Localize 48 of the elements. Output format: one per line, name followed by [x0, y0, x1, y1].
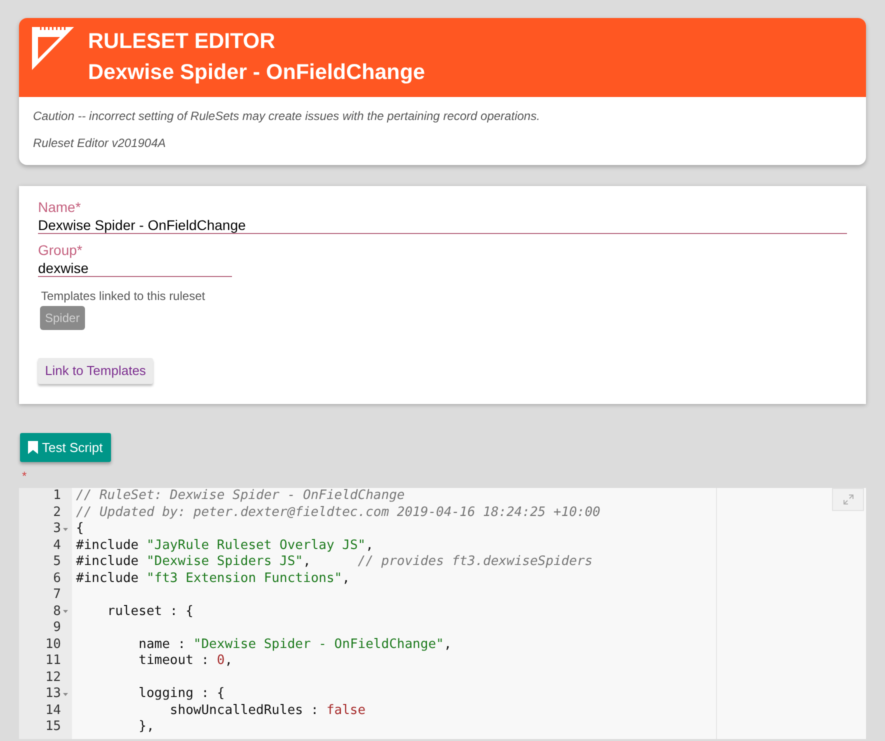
code-text: #include "Dexwise Spiders JS", // provides ft3.dexwiseSpiders [76, 554, 593, 569]
required-mark: * [22, 470, 27, 482]
code-editor[interactable] [19, 488, 866, 739]
app-title: RULESET EDITOR [88, 29, 276, 53]
line-number: 13 [45, 686, 61, 702]
bookmark-icon [28, 441, 38, 454]
ruleset-title: Dexwise Spider - OnFieldChange [88, 60, 425, 84]
line-number: 14 [45, 702, 61, 719]
version-text: Ruleset Editor v201904A [33, 135, 167, 151]
expand-arrows-icon [842, 494, 854, 505]
line-number: 3 [53, 521, 61, 538]
name-label: Name* [38, 199, 81, 216]
code-text: // Updated by: peter.dexter@fieldtec.com 2019-04-16 18:24:25 +10:00 [76, 504, 600, 520]
fold-caret-icon[interactable] [63, 692, 68, 696]
template-chip: Spider [40, 306, 85, 330]
fold-caret-icon[interactable] [63, 528, 68, 531]
templates-label: Templates linked to this ruleset [41, 288, 206, 304]
line-number: 4 [53, 538, 61, 554]
code-text: showUncalledRules : false [168, 702, 366, 718]
name-field[interactable]: Dexwise Spider - OnFieldChange [38, 216, 847, 234]
line-number: 5 [53, 554, 61, 570]
line-number: 12 [45, 670, 61, 686]
group-label: Group* [38, 242, 82, 259]
link-templates-button[interactable]: Link to Templates [38, 358, 153, 384]
line-number: 15 [45, 719, 61, 736]
caution-text: Caution -- incorrect setting of RuleSets may create issues with the pertaining record operations. [33, 108, 541, 124]
line-number: 6 [53, 570, 61, 587]
expand-button[interactable] [832, 488, 864, 511]
line-number: 11 [45, 653, 61, 670]
code-text: // RuleSet: Dexwise Spider - OnFieldChange [76, 488, 405, 503]
line-number: 10 [45, 636, 61, 653]
code-text: ruleset : { [106, 604, 194, 618]
code-text: }, [138, 719, 154, 734]
code-text: #include "ft3 Extension Functions", [76, 570, 350, 586]
line-number: 1 [53, 488, 61, 504]
line-number: 2 [53, 504, 61, 521]
test-script-button[interactable]: Test Script [20, 433, 111, 462]
code-text: logging : { [138, 686, 225, 701]
code-text: name : "Dexwise Spider - OnFieldChange", [138, 636, 452, 652]
group-field[interactable]: dexwise [38, 259, 232, 277]
line-number: 9 [53, 620, 61, 636]
fold-caret-icon[interactable] [63, 610, 68, 614]
code-text: timeout : 0, [138, 653, 233, 668]
code-text: #include "JayRule Ruleset Overlay JS", [76, 538, 374, 552]
set-square-logo-icon [32, 27, 74, 70]
line-number: 7 [53, 587, 61, 604]
line-number: 8 [53, 604, 61, 620]
code-text: { [76, 521, 84, 536]
